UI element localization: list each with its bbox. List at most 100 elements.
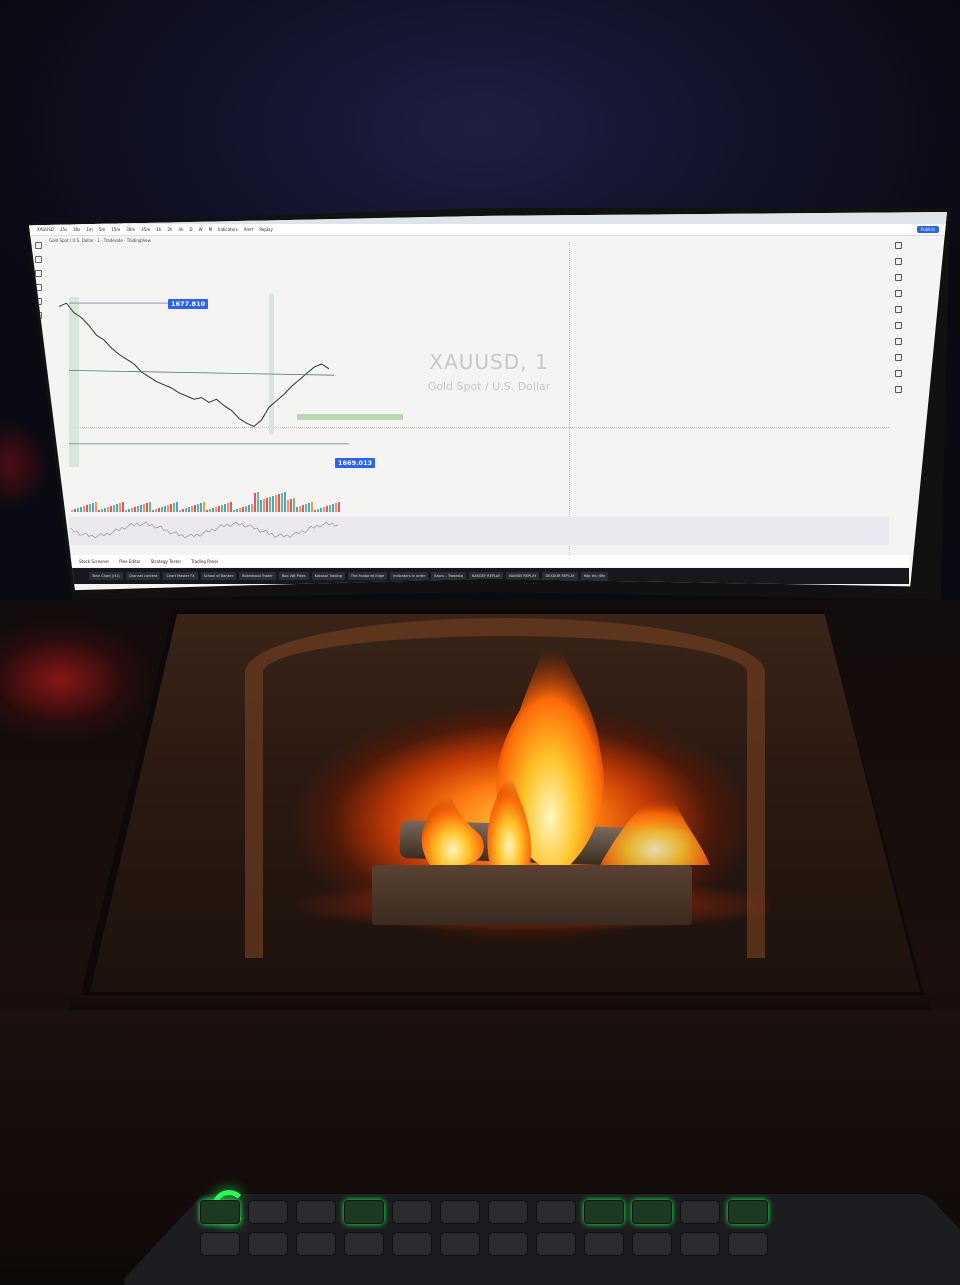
volume-bar	[287, 500, 289, 512]
key[interactable]	[440, 1232, 480, 1256]
taskbar-item[interactable]: Boo Vật Pixes	[278, 572, 309, 580]
strategy-tester-tab[interactable]: Strategy Tester	[151, 559, 181, 564]
key[interactable]	[440, 1200, 480, 1224]
volume-bar	[338, 502, 340, 512]
price-line	[58, 302, 330, 427]
volume-bar	[92, 503, 94, 512]
price-chart[interactable]	[29, 212, 947, 594]
key[interactable]	[728, 1232, 768, 1256]
volume-bar	[164, 506, 166, 512]
key[interactable]	[680, 1232, 720, 1256]
volume-bar	[233, 510, 235, 512]
volume-bar	[197, 504, 199, 512]
volume-bar	[266, 498, 268, 512]
volume-bar	[323, 507, 325, 512]
volume-bar	[86, 505, 88, 512]
volume-bar	[299, 506, 301, 512]
key[interactable]	[344, 1200, 384, 1224]
taskbar-item[interactable]: DEXDUR REPLAY	[542, 572, 578, 580]
volume-bar	[230, 502, 232, 512]
volume-bar	[170, 504, 172, 512]
key[interactable]	[248, 1232, 288, 1256]
key[interactable]	[536, 1200, 576, 1224]
key[interactable]	[680, 1200, 720, 1224]
volume-bar	[335, 503, 337, 512]
volume-bar	[89, 504, 91, 512]
key[interactable]	[632, 1232, 672, 1256]
volume-bar	[263, 499, 265, 512]
series-layer	[58, 302, 349, 445]
key[interactable]	[344, 1232, 384, 1256]
lower-price-level-label[interactable]: 1669.013	[335, 458, 376, 468]
stock-screener-tab[interactable]: Stock Screener	[79, 559, 109, 564]
key[interactable]	[488, 1200, 528, 1224]
volume-bar	[134, 507, 136, 512]
taskbar-item[interactable]: Tonn Chart (H1)	[89, 572, 123, 580]
taskbar-item[interactable]: Robinhood Trader	[239, 572, 276, 580]
volume-bar	[224, 504, 226, 512]
trading-chart-screen: Dashboard TradingView Chart Tab XAUUSD15…	[29, 212, 947, 594]
key[interactable]	[728, 1200, 768, 1224]
volume-bar	[236, 509, 238, 512]
volume-bar	[116, 504, 118, 512]
key[interactable]	[200, 1232, 240, 1256]
volume-bar	[131, 508, 133, 512]
volume-bar	[284, 492, 286, 512]
taskbar-item[interactable]: Chart Master FX	[163, 572, 198, 580]
volume-bar	[95, 502, 97, 512]
volume-bar	[98, 510, 100, 512]
volume-bar	[218, 506, 220, 512]
volume-bar	[185, 508, 187, 512]
volume-bar	[80, 507, 82, 512]
key[interactable]	[536, 1232, 576, 1256]
volume-bar	[146, 503, 148, 512]
volume-bar	[272, 496, 274, 512]
volume-bar	[122, 502, 124, 512]
volume-bar	[332, 504, 334, 512]
volume-bar	[167, 505, 169, 512]
taskbar-item[interactable]: Hộp thư đến	[580, 572, 609, 580]
key[interactable]	[296, 1232, 336, 1256]
volume-bar	[107, 507, 109, 512]
demand-zone-box	[297, 414, 403, 420]
key[interactable]	[584, 1232, 624, 1256]
volume-bar	[227, 503, 229, 512]
volume-bar	[203, 502, 205, 512]
trading-panel-tab[interactable]: Trading Panel	[191, 559, 218, 564]
volume-bar	[110, 506, 112, 512]
upper-price-level-label[interactable]: 1677.810	[168, 299, 209, 309]
volume-bar	[317, 509, 319, 512]
moving-average-line	[68, 370, 335, 376]
volume-bar	[119, 503, 121, 512]
taskbar-item[interactable]: Channel content	[125, 572, 161, 580]
volume-bar	[182, 509, 184, 512]
key[interactable]	[584, 1200, 624, 1224]
bottom-panel-tabs: Stock Screener Pine Editor Strategy Test…	[69, 555, 909, 567]
taskbar-item[interactable]: Indicators in order	[390, 572, 429, 580]
pc-case-red-glow	[0, 620, 150, 740]
volume-bar	[329, 505, 331, 512]
taskbar-item[interactable]: School of Banker	[200, 572, 237, 580]
taskbar-item[interactable]: The Footprint Edge	[347, 572, 388, 580]
key[interactable]	[248, 1200, 288, 1224]
volume-bar	[173, 503, 175, 512]
volume-bar	[320, 508, 322, 512]
taskbar-item[interactable]: Kokusai Trading	[311, 572, 345, 580]
key[interactable]	[200, 1200, 240, 1224]
volume-bar	[293, 498, 295, 512]
taskbar-item[interactable]: Kaoru - Tradesto	[431, 572, 466, 580]
volume-bar	[215, 507, 217, 512]
volume-bar	[77, 508, 79, 512]
pine-editor-tab[interactable]: Pine Editor	[119, 559, 141, 564]
taskbar-item[interactable]: NANSEI REPLAY	[506, 572, 540, 580]
volume-bar	[248, 505, 250, 512]
key[interactable]	[296, 1200, 336, 1224]
key[interactable]	[392, 1200, 432, 1224]
key[interactable]	[488, 1232, 528, 1256]
volume-bar	[209, 509, 211, 512]
flames	[421, 625, 710, 865]
volume-bar	[242, 507, 244, 512]
key[interactable]	[632, 1200, 672, 1224]
vertical-zone-box	[269, 294, 274, 434]
key[interactable]	[392, 1232, 432, 1256]
